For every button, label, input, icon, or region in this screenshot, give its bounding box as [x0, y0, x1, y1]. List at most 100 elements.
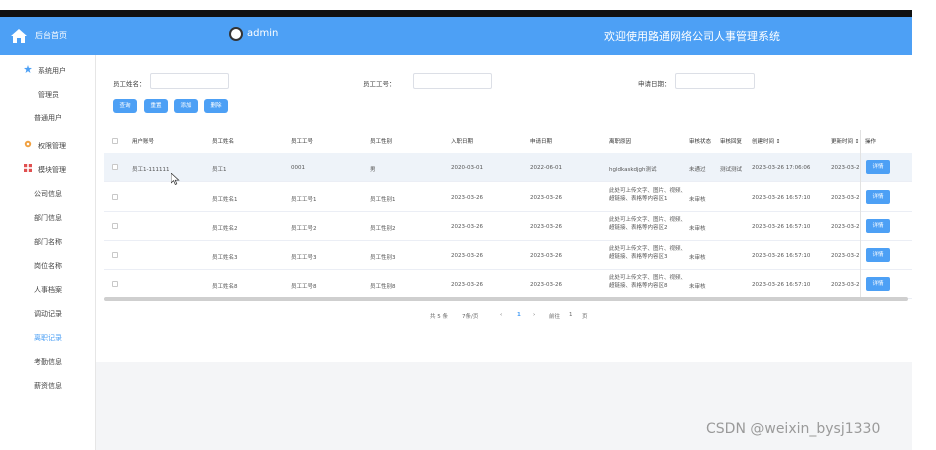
watermark: CSDN @weixin_bysj1330 — [706, 421, 881, 437]
employee-id-label: 员工工号： — [363, 80, 396, 88]
cell: 2023-03-26 — [530, 195, 562, 201]
reset-button[interactable]: 重置 — [144, 99, 168, 113]
cell: 2023-03-26 — [451, 195, 483, 201]
row-checkbox[interactable] — [112, 252, 118, 258]
column-header: 离职原因 — [609, 139, 632, 145]
menu-item-departments[interactable]: 部门信息 — [34, 213, 62, 223]
next-page-icon[interactable]: › — [533, 312, 535, 318]
menu-item-company[interactable]: 公司信息 — [34, 189, 62, 199]
cell: 2023-03-26 17:06:06 — [752, 165, 811, 171]
cell: 员工1-111111 — [132, 167, 170, 173]
menu-item-attendance[interactable]: 考勤信息 — [34, 357, 62, 367]
cell: 员工工号1 — [291, 197, 317, 203]
row-checkbox[interactable] — [112, 164, 118, 170]
home-icon — [11, 29, 27, 43]
menu-item-personnel-files[interactable]: 人事档案 — [34, 285, 62, 295]
page-number[interactable]: 1 — [517, 312, 521, 318]
menu-item-transfers[interactable]: 调动记录 — [34, 309, 62, 319]
cell: 2023-03-26 — [530, 224, 562, 230]
column-header: 审核回复 — [720, 139, 743, 145]
detail-button[interactable]: 详情 — [866, 160, 890, 174]
cell: 员工1 — [212, 167, 227, 173]
cell: 员工姓名3 — [212, 255, 238, 261]
apply-date-input[interactable] — [675, 73, 755, 89]
grid-icon — [24, 164, 32, 172]
employee-name-input[interactable] — [150, 73, 229, 89]
page-unit-label: 页 — [582, 314, 588, 320]
menu-group-system-users[interactable]: 系统用户 — [38, 66, 66, 76]
cell: 员工工号8 — [291, 284, 317, 290]
row-checkbox[interactable] — [112, 281, 118, 287]
column-header: 申请日期 — [530, 139, 553, 145]
column-header: 员工姓名 — [212, 139, 235, 145]
cell: 员工性别8 — [370, 284, 396, 290]
menu-item-salary[interactable]: 薪资信息 — [34, 381, 62, 391]
menu-item-resignations[interactable]: 离职记录 — [34, 333, 62, 343]
employee-id-input[interactable] — [413, 73, 492, 89]
column-header-sortable[interactable]: 更新时间 ↕ — [831, 137, 859, 145]
cell: 2023-03-26 16:57:10 — [752, 253, 811, 259]
cell: 未通过 — [689, 167, 706, 173]
cell: 未审核 — [689, 226, 706, 232]
cell: 2023-03-26 — [530, 282, 562, 288]
cell: 测试测试 — [720, 167, 743, 173]
logo-bar[interactable]: 后台首页 — [0, 17, 96, 55]
gear-icon — [24, 140, 32, 148]
column-header: 用户账号 — [132, 139, 155, 145]
menu-group-modules[interactable]: 模块管理 — [38, 165, 66, 175]
column-header-sortable[interactable]: 创建时间 ↕ — [752, 137, 780, 145]
cell: 男 — [370, 167, 376, 173]
column-header: 入职日期 — [451, 139, 474, 145]
pagination-total: 共 5 条 — [430, 314, 448, 320]
menu-item-positions[interactable]: 岗位名称 — [34, 261, 62, 271]
horizontal-scrollbar[interactable] — [104, 297, 908, 301]
add-button[interactable]: 添加 — [174, 99, 198, 113]
cell: 2023-03-26 16:57:10 — [752, 282, 811, 288]
cell: 员工姓名1 — [212, 197, 238, 203]
cell: 员工姓名2 — [212, 226, 238, 232]
delete-button[interactable]: 删除 — [204, 99, 228, 113]
cell: 员工姓名8 — [212, 284, 238, 290]
search-button[interactable]: 查询 — [113, 99, 137, 113]
row-checkbox[interactable] — [112, 223, 118, 229]
cell: 2023-03-26 — [530, 253, 562, 259]
select-all-checkbox[interactable] — [112, 138, 118, 144]
cell: 2023-03-26 — [451, 253, 483, 259]
column-header: 员工工号 — [291, 139, 314, 145]
home-label: 后台首页 — [35, 31, 67, 40]
cell: 2023-03-26 — [451, 282, 483, 288]
cell: 0001 — [291, 165, 305, 171]
cell: 员工性别2 — [370, 226, 396, 232]
menu-item-department-names[interactable]: 部门名称 — [34, 237, 62, 247]
cell: 未审核 — [689, 197, 706, 203]
page-size-select[interactable]: 7条/页 — [462, 312, 478, 320]
detail-button[interactable]: 详情 — [866, 219, 890, 233]
employee-name-label: 员工姓名： — [113, 80, 146, 88]
row-checkbox[interactable] — [112, 194, 118, 200]
menu-item-admin[interactable]: 管理员 — [38, 90, 59, 100]
menu-group-permissions[interactable]: 权限管理 — [38, 141, 66, 151]
detail-button[interactable]: 详情 — [866, 190, 890, 204]
cell: 2023-03-26 16:57:10 — [752, 224, 811, 230]
avatar-icon[interactable] — [229, 27, 243, 41]
column-header: 员工性别 — [370, 139, 393, 145]
goto-input[interactable]: 1 — [569, 312, 573, 318]
header: admin 欢迎使用路通网络公司人事管理系统 — [96, 17, 912, 55]
welcome-title: 欢迎使用路通网络公司人事管理系统 — [604, 30, 780, 43]
column-header: 审核状态 — [689, 139, 712, 145]
cell: 2023-03-26 — [831, 195, 859, 201]
cell: 2023-03-26 — [831, 224, 859, 230]
cell: 2023-03-26 — [831, 282, 859, 288]
cell: 2023-03-26 16:57:10 — [752, 195, 811, 201]
detail-button[interactable]: 详情 — [866, 248, 890, 262]
menu-item-users[interactable]: 普通用户 — [34, 113, 62, 123]
cell: hgldkaskdjgh测试 — [609, 167, 657, 173]
cell: 员工性别3 — [370, 255, 396, 261]
prev-page-icon[interactable]: ‹ — [500, 312, 502, 318]
cell: 此处可上传文字、图片、视频、超链接、表格等内容区8 — [609, 275, 687, 289]
cell: 2023-03-26 — [831, 165, 859, 171]
column-header: 操作 — [865, 139, 877, 145]
cell: 未审核 — [689, 255, 706, 261]
detail-button[interactable]: 详情 — [866, 277, 890, 291]
username[interactable]: admin — [247, 28, 278, 39]
